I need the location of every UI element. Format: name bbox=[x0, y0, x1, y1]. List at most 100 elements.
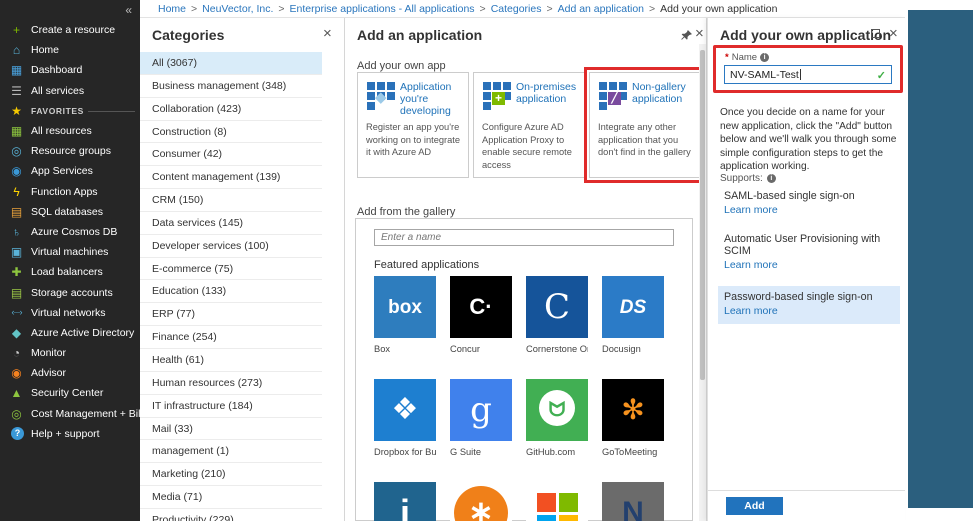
sidebar-item[interactable]: ★ FAVORITES bbox=[0, 101, 140, 121]
category-row[interactable]: Finance (254) bbox=[140, 326, 322, 349]
sidebar-item[interactable]: ? Help + support bbox=[0, 424, 140, 444]
close-icon[interactable]: × bbox=[889, 26, 898, 41]
category-row[interactable]: Data services (145) bbox=[140, 212, 322, 235]
breadcrumb-item[interactable]: NeuVector, Inc. bbox=[202, 3, 273, 15]
breadcrumb-item[interactable]: Categories bbox=[491, 3, 542, 15]
sidebar-item[interactable]: ◔ Monitor bbox=[0, 343, 140, 363]
sidebar-item[interactable]: + Create a resource bbox=[0, 20, 140, 40]
featured-app-logo[interactable]: box bbox=[374, 276, 436, 338]
category-row[interactable]: Content management (139) bbox=[140, 166, 322, 190]
featured-app-logo-glyph: i bbox=[399, 492, 410, 521]
featured-app[interactable]: ∗ bbox=[450, 482, 512, 521]
sidebar-item[interactable]: ⌂ Home bbox=[0, 40, 140, 60]
sidebar-item[interactable]: ▤ Storage accounts bbox=[0, 282, 140, 302]
sidebar-item[interactable]: ▤ SQL databases bbox=[0, 202, 140, 222]
breadcrumb-item[interactable]: > bbox=[546, 3, 552, 15]
category-row[interactable]: Media (71) bbox=[140, 486, 322, 509]
close-icon[interactable]: × bbox=[323, 26, 332, 41]
featured-app[interactable]: ✻ GoToMeeting bbox=[602, 379, 664, 457]
featured-app-logo[interactable]: i bbox=[374, 482, 436, 521]
own-app-tile[interactable]: Application you're developing Register a… bbox=[357, 72, 469, 178]
sidebar-collapse-icon[interactable]: « bbox=[125, 3, 132, 17]
featured-app[interactable]: C Cornerstone On... bbox=[526, 276, 588, 354]
sidebar-item[interactable]: ◉ App Services bbox=[0, 161, 140, 181]
category-row[interactable]: CRM (150) bbox=[140, 189, 322, 212]
sidebar-item[interactable]: ◉ Advisor bbox=[0, 363, 140, 383]
breadcrumb-item[interactable]: > bbox=[480, 3, 486, 15]
category-row[interactable]: Education (133) bbox=[140, 280, 322, 304]
featured-app[interactable]: ᗢ GitHub.com bbox=[526, 379, 588, 457]
breadcrumb-item[interactable]: Home bbox=[158, 3, 186, 15]
info-icon[interactable]: i bbox=[766, 174, 776, 183]
featured-app[interactable]: DS Docusign bbox=[602, 276, 664, 354]
featured-app[interactable]: i bbox=[374, 482, 436, 521]
sidebar-item[interactable]: ◆ Azure Active Directory bbox=[0, 323, 140, 343]
maximize-icon[interactable] bbox=[871, 29, 880, 38]
category-row[interactable]: Human resources (273) bbox=[140, 372, 322, 395]
supports-label: Supports: bbox=[720, 173, 763, 184]
name-input[interactable]: NV-SAML-Test ✓ bbox=[724, 65, 892, 84]
category-row[interactable]: IT infrastructure (184) bbox=[140, 395, 322, 418]
featured-app[interactable]: ❖ Dropbox for Busi... bbox=[374, 379, 436, 457]
category-row[interactable]: Mail (33) bbox=[140, 418, 322, 441]
add-application-scrollbar[interactable] bbox=[699, 44, 706, 521]
featured-app[interactable]: C· Concur bbox=[450, 276, 512, 354]
category-row[interactable]: Health (61) bbox=[140, 349, 322, 372]
sidebar-item[interactable]: ◎ Resource groups bbox=[0, 141, 140, 161]
category-row[interactable]: ERP (77) bbox=[140, 303, 322, 327]
featured-app-logo[interactable] bbox=[526, 482, 588, 521]
learn-more-link[interactable]: Learn more bbox=[724, 204, 896, 216]
featured-app[interactable]: box Box bbox=[374, 276, 436, 354]
category-row[interactable]: E-commerce (75) bbox=[140, 258, 322, 281]
featured-app[interactable]: g G Suite bbox=[450, 379, 512, 457]
own-app-tile[interactable]: Non-gallery application Integrate any ot… bbox=[584, 67, 706, 183]
category-row[interactable]: management (1) bbox=[140, 440, 322, 464]
sidebar-item[interactable]: ◎ Cost Management + Billing bbox=[0, 404, 157, 424]
sidebar-item[interactable]: ▦ All resources bbox=[0, 121, 140, 141]
category-row[interactable]: Business management (348) bbox=[140, 75, 322, 98]
sidebar-item-label: Security Center bbox=[31, 387, 104, 400]
sidebar-item-icon: ‹···› bbox=[11, 307, 23, 318]
category-row[interactable]: All (3067) bbox=[140, 52, 322, 75]
breadcrumb-item[interactable]: > bbox=[649, 3, 655, 15]
featured-app[interactable]: N bbox=[602, 482, 664, 521]
featured-app-logo[interactable]: DS bbox=[602, 276, 664, 338]
scrollbar-thumb[interactable] bbox=[700, 50, 705, 380]
close-icon[interactable]: × bbox=[695, 26, 704, 41]
featured-app-logo[interactable]: ∗ bbox=[450, 482, 512, 521]
own-app-tile[interactable]: On-premises application Configure Azure … bbox=[473, 72, 585, 178]
featured-app[interactable] bbox=[526, 482, 588, 521]
pin-icon[interactable] bbox=[681, 28, 692, 46]
featured-app-logo[interactable]: ᗢ bbox=[526, 379, 588, 441]
sidebar-item[interactable]: ‹···› Virtual networks bbox=[0, 303, 140, 323]
gallery-search-input[interactable] bbox=[374, 229, 674, 246]
sidebar-item[interactable]: ☰ All services bbox=[0, 81, 140, 101]
featured-app-logo[interactable]: C bbox=[526, 276, 588, 338]
sidebar-item[interactable]: ♄ Azure Cosmos DB bbox=[0, 222, 140, 242]
category-row[interactable]: Developer services (100) bbox=[140, 235, 322, 258]
sidebar-item[interactable]: ✚ Load balancers bbox=[0, 262, 140, 282]
featured-app-logo[interactable]: ❖ bbox=[374, 379, 436, 441]
featured-app-logo[interactable]: C· bbox=[450, 276, 512, 338]
breadcrumb-item[interactable]: Add your own application bbox=[660, 3, 777, 15]
learn-more-link[interactable]: Learn more bbox=[724, 259, 896, 271]
category-row[interactable]: Consumer (42) bbox=[140, 143, 322, 167]
sidebar-item[interactable]: ▣ Virtual machines bbox=[0, 242, 140, 262]
info-icon[interactable]: i bbox=[760, 53, 770, 62]
category-row[interactable]: Marketing (210) bbox=[140, 463, 322, 487]
category-row[interactable]: Collaboration (423) bbox=[140, 98, 322, 121]
category-row[interactable]: Productivity (229) bbox=[140, 509, 322, 521]
add-button[interactable]: Add bbox=[726, 497, 783, 515]
featured-app-logo[interactable]: N bbox=[602, 482, 664, 521]
breadcrumb-item[interactable]: > bbox=[191, 3, 197, 15]
sidebar-item[interactable]: ▦ Dashboard bbox=[0, 60, 140, 80]
sidebar-item[interactable]: ▲ Security Center bbox=[0, 383, 140, 403]
breadcrumb-item[interactable]: > bbox=[278, 3, 284, 15]
breadcrumb-item[interactable]: Enterprise applications - All applicatio… bbox=[290, 3, 475, 15]
category-row[interactable]: Construction (8) bbox=[140, 121, 322, 144]
learn-more-link[interactable]: Learn more bbox=[724, 305, 894, 317]
featured-app-logo[interactable]: g bbox=[450, 379, 512, 441]
featured-app-logo[interactable]: ✻ bbox=[602, 379, 664, 441]
sidebar-item[interactable]: ϟ Function Apps bbox=[0, 182, 140, 202]
breadcrumb-item[interactable]: Add an application bbox=[558, 3, 644, 15]
